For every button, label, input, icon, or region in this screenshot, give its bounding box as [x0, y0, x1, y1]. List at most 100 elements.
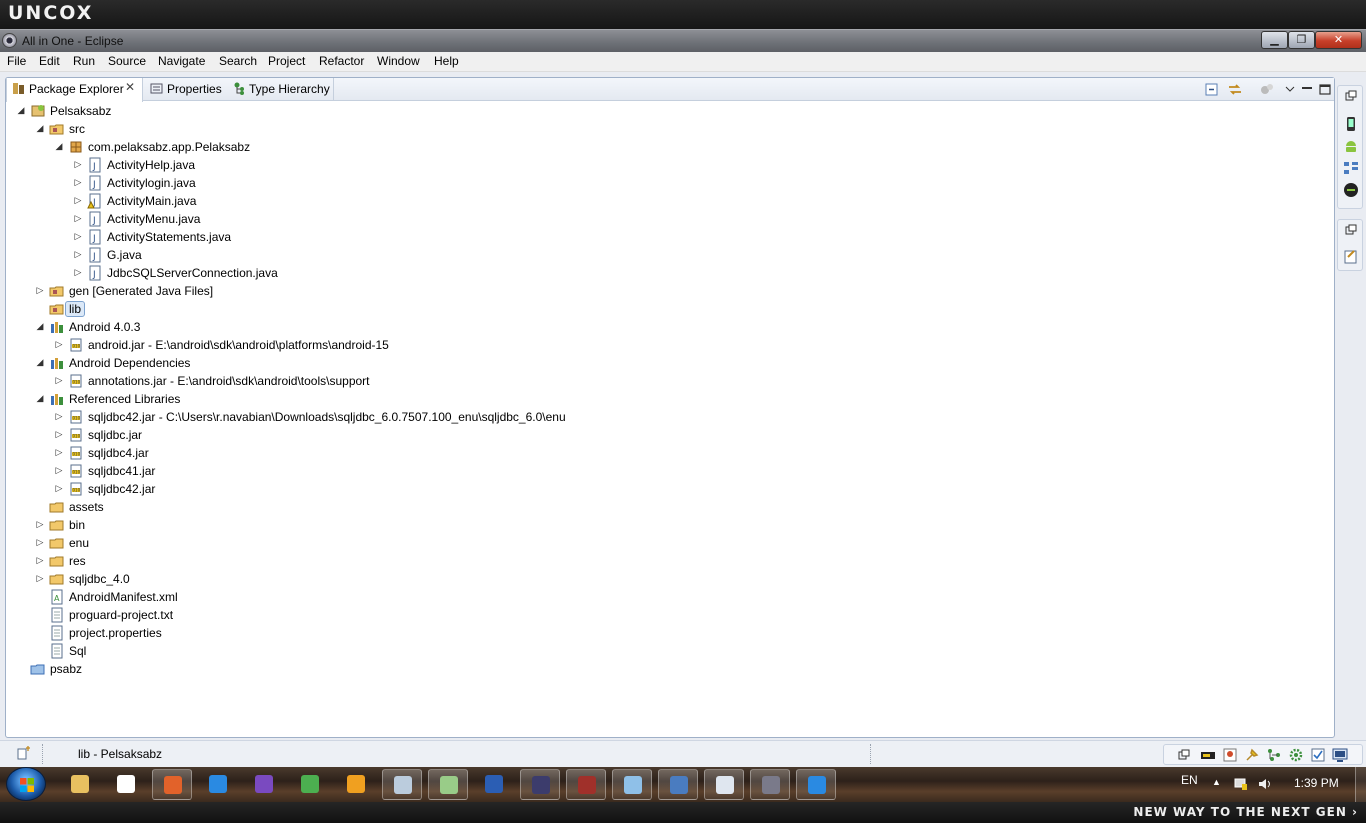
- hierarchy-viewer-icon[interactable]: [1343, 160, 1359, 176]
- menu-search[interactable]: Search: [219, 54, 257, 68]
- tree-item[interactable]: psabz: [16, 660, 1016, 678]
- collapse-arrow-icon[interactable]: ◢: [35, 321, 45, 331]
- view-menu-chevron-down-icon[interactable]: [1282, 82, 1298, 97]
- taskbar-button[interactable]: [566, 769, 606, 800]
- tree-item[interactable]: Sql: [35, 642, 1035, 660]
- tab-package-explorer[interactable]: Package Explorer ✕: [6, 78, 143, 102]
- tree-item[interactable]: ▷ gen [Generated Java Files]: [35, 282, 1035, 300]
- tree-item[interactable]: ▷ 010 sqljdbc.jar: [54, 426, 1054, 444]
- expand-arrow-icon[interactable]: ▷: [54, 465, 64, 475]
- tag-icon[interactable]: [1222, 747, 1238, 763]
- tree-item[interactable]: lib: [35, 300, 1035, 318]
- taskbar-button[interactable]: [474, 769, 514, 800]
- task-list-icon[interactable]: [1343, 248, 1359, 264]
- menu-navigate[interactable]: Navigate: [158, 54, 205, 68]
- tree-item[interactable]: ▷ 010 android.jar - E:\android\sdk\android…: [54, 336, 1054, 354]
- expand-arrow-icon[interactable]: ▷: [73, 213, 83, 223]
- language-indicator[interactable]: EN: [1181, 773, 1198, 787]
- expand-arrow-icon[interactable]: ▷: [35, 573, 45, 583]
- expand-arrow-icon[interactable]: ▷: [54, 483, 64, 493]
- show-hidden-icons-icon[interactable]: ▲: [1212, 777, 1221, 787]
- minimize-button[interactable]: ▁: [1261, 31, 1288, 49]
- tree-item[interactable]: ▷ J ActivityMenu.java: [73, 210, 1073, 228]
- collapse-arrow-icon[interactable]: ◢: [35, 123, 45, 133]
- link-with-editor-icon[interactable]: [1227, 82, 1243, 97]
- collapse-arrow-icon[interactable]: ◢: [16, 105, 26, 115]
- menu-window[interactable]: Window: [377, 54, 420, 68]
- taskbar-button[interactable]: [198, 769, 238, 800]
- menu-source[interactable]: Source: [108, 54, 146, 68]
- expand-arrow-icon[interactable]: ▷: [35, 537, 45, 547]
- expand-arrow-icon[interactable]: ▷: [73, 231, 83, 241]
- menu-file[interactable]: File: [7, 54, 26, 68]
- expand-arrow-icon[interactable]: ▷: [73, 267, 83, 277]
- tree-item[interactable]: ◢ Android Dependencies: [35, 354, 1035, 372]
- tree-item[interactable]: ▷ J ActivityMain.java: [73, 192, 1073, 210]
- tab-type-hierarchy[interactable]: Type Hierarchy: [228, 78, 334, 101]
- taskbar-button[interactable]: [382, 769, 422, 800]
- taskbar-button[interactable]: [428, 769, 468, 800]
- tree-item[interactable]: ▷ J JdbcSQLServerConnection.java: [73, 264, 1073, 282]
- restore-icon[interactable]: [1345, 224, 1357, 236]
- taskbar-button[interactable]: [704, 769, 744, 800]
- tree-item[interactable]: project.properties: [35, 624, 1035, 642]
- restore-icon[interactable]: [1178, 749, 1190, 761]
- tree-item[interactable]: ◢ com.pelaksabz.app.Pelaksabz: [54, 138, 1054, 156]
- device-icon[interactable]: [1343, 116, 1359, 132]
- taskbar-button[interactable]: [106, 769, 146, 800]
- clock[interactable]: 1:39 PM: [1294, 776, 1339, 790]
- expand-arrow-icon[interactable]: ▷: [73, 159, 83, 169]
- close-button[interactable]: ✕: [1315, 31, 1362, 49]
- tree-item[interactable]: ▷ J Activitylogin.java: [73, 174, 1073, 192]
- taskbar-button[interactable]: [520, 769, 560, 800]
- menu-help[interactable]: Help: [434, 54, 459, 68]
- expand-arrow-icon[interactable]: ▷: [54, 447, 64, 457]
- fast-view-icon[interactable]: [16, 745, 32, 761]
- taskbar-button[interactable]: [750, 769, 790, 800]
- expand-arrow-icon[interactable]: ▷: [73, 177, 83, 187]
- menu-refactor[interactable]: Refactor: [319, 54, 364, 68]
- collapse-arrow-icon[interactable]: ◢: [35, 357, 45, 367]
- taskbar-button[interactable]: [290, 769, 330, 800]
- start-button[interactable]: [6, 767, 46, 801]
- taskbar-button[interactable]: [796, 769, 836, 800]
- ddms-icon[interactable]: [1343, 182, 1359, 198]
- maximize-button[interactable]: ❐: [1288, 31, 1315, 49]
- tree-item[interactable]: ▷ 010 sqljdbc42.jar - C:\Users\r.navabian\…: [54, 408, 1054, 426]
- taskbar-button[interactable]: [244, 769, 284, 800]
- tree-item[interactable]: ▷ res: [35, 552, 1035, 570]
- pin-icon[interactable]: [1244, 747, 1260, 763]
- collapse-arrow-icon[interactable]: ◢: [54, 141, 64, 151]
- expand-arrow-icon[interactable]: ▷: [35, 519, 45, 529]
- window-title-bar[interactable]: All in One - Eclipse ▁ ❐ ✕: [0, 29, 1366, 52]
- expand-arrow-icon[interactable]: ▷: [73, 249, 83, 259]
- tree-item[interactable]: ▷ sqljdbc_4.0: [35, 570, 1035, 588]
- tree-item[interactable]: A AndroidManifest.xml: [35, 588, 1035, 606]
- menu-edit[interactable]: Edit: [39, 54, 60, 68]
- taskbar-button[interactable]: [658, 769, 698, 800]
- tree-item[interactable]: ◢ Pelsaksabz: [16, 102, 1016, 120]
- tree-item[interactable]: ◢ src: [35, 120, 1035, 138]
- expand-arrow-icon[interactable]: ▷: [54, 339, 64, 349]
- tree-item[interactable]: ▷ J G.java: [73, 246, 1073, 264]
- minimize-view-icon[interactable]: [1299, 82, 1315, 97]
- expand-arrow-icon[interactable]: ▷: [54, 375, 64, 385]
- expand-arrow-icon[interactable]: ▷: [54, 411, 64, 421]
- gear-icon[interactable]: [1288, 747, 1304, 763]
- eclipse-icon[interactable]: [2, 33, 17, 48]
- close-icon[interactable]: ✕: [125, 80, 135, 94]
- taskbar-button[interactable]: [612, 769, 652, 800]
- expand-arrow-icon[interactable]: ▷: [73, 195, 83, 205]
- tree-item[interactable]: ▷ enu: [35, 534, 1035, 552]
- tree-item[interactable]: ▷ 010 sqljdbc41.jar: [54, 462, 1054, 480]
- menu-project[interactable]: Project: [268, 54, 305, 68]
- tree-item[interactable]: ◢ Android 4.0.3: [35, 318, 1035, 336]
- show-desktop-button[interactable]: [1355, 767, 1366, 802]
- taskbar-button[interactable]: [152, 769, 192, 800]
- tree-item[interactable]: ▷ J ActivityStatements.java: [73, 228, 1073, 246]
- tree-item[interactable]: ◢ Referenced Libraries: [35, 390, 1035, 408]
- collapse-arrow-icon[interactable]: ◢: [35, 393, 45, 403]
- tree-item[interactable]: ▷ 010 sqljdbc4.jar: [54, 444, 1054, 462]
- tab-properties[interactable]: Properties: [146, 78, 226, 101]
- outline-icon[interactable]: [1266, 747, 1282, 763]
